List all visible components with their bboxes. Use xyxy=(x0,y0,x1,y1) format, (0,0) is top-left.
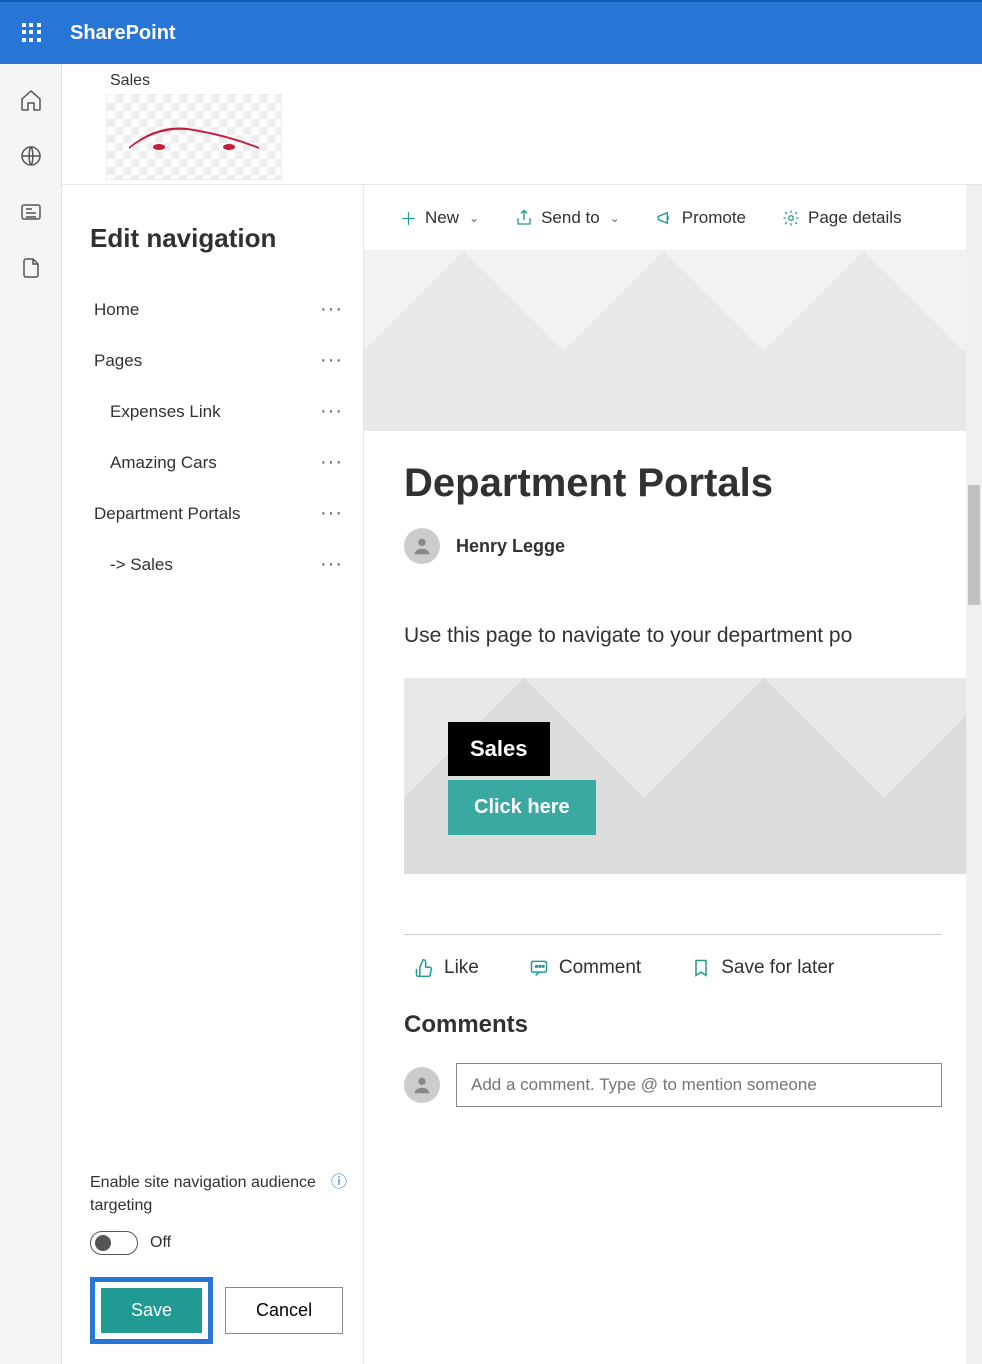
share-icon xyxy=(515,209,533,227)
send-to-button[interactable]: Send to ⌄ xyxy=(515,208,620,228)
promote-button[interactable]: Promote xyxy=(656,208,746,228)
more-icon[interactable]: ··· xyxy=(320,400,343,423)
nav-item-label: Pages xyxy=(94,351,142,371)
audience-targeting-label: Enable site navigation audience targetin… xyxy=(90,1172,347,1217)
nav-item-pages[interactable]: Pages ··· xyxy=(90,335,347,386)
more-icon[interactable]: ··· xyxy=(320,298,343,321)
save-highlight: Save xyxy=(90,1277,213,1344)
social-bar: Like Comment Save for later xyxy=(364,935,982,1001)
megaphone-icon xyxy=(656,209,674,227)
nav-item-amazing-cars[interactable]: Amazing Cars ··· xyxy=(90,437,347,488)
file-icon[interactable] xyxy=(19,256,43,280)
nav-item-label: -> Sales xyxy=(110,555,173,575)
cancel-button[interactable]: Cancel xyxy=(225,1287,343,1334)
chevron-down-icon: ⌄ xyxy=(469,211,479,225)
author-avatar[interactable] xyxy=(404,528,440,564)
nav-panel-title: Edit navigation xyxy=(90,223,347,254)
chevron-down-icon: ⌄ xyxy=(610,211,620,225)
site-logo[interactable] xyxy=(106,94,282,180)
save-button[interactable]: Save xyxy=(101,1288,202,1333)
bookmark-icon xyxy=(691,958,711,978)
home-icon[interactable] xyxy=(19,88,43,112)
nav-item-department-portals[interactable]: Department Portals ··· xyxy=(90,488,347,539)
command-bar: ＋ New ⌄ Send to ⌄ Promote xyxy=(364,185,982,251)
suite-bar: SharePoint xyxy=(0,0,982,64)
comment-button[interactable]: Comment xyxy=(529,957,641,979)
new-button[interactable]: ＋ New ⌄ xyxy=(400,205,479,230)
nav-item-expenses[interactable]: Expenses Link ··· xyxy=(90,386,347,437)
page-details-button[interactable]: Page details xyxy=(782,208,902,228)
nav-item-label: Expenses Link xyxy=(110,402,221,422)
page-description: Use this page to navigate to your depart… xyxy=(364,584,982,678)
author-name[interactable]: Henry Legge xyxy=(456,536,565,557)
app-launcher-icon[interactable] xyxy=(12,13,52,53)
save-for-later-button[interactable]: Save for later xyxy=(691,957,834,979)
commenter-avatar xyxy=(404,1067,440,1103)
nav-item-label: Home xyxy=(94,300,139,320)
cta-hero: Sales Click here xyxy=(404,678,982,874)
news-icon[interactable] xyxy=(19,200,43,224)
scrollbar[interactable] xyxy=(966,185,982,1364)
audience-targeting-toggle[interactable] xyxy=(90,1231,138,1255)
site-label: Sales xyxy=(106,72,982,90)
more-icon[interactable]: ··· xyxy=(320,553,343,576)
site-header: Sales xyxy=(62,64,982,185)
nav-list: Home ··· Pages ··· Expenses Link ··· Ama… xyxy=(90,284,347,1160)
nav-item-sales[interactable]: -> Sales ··· xyxy=(90,539,347,590)
nav-item-label: Amazing Cars xyxy=(110,453,217,473)
edit-navigation-panel: Edit navigation Home ··· Pages ··· Expen… xyxy=(62,185,364,1364)
page-title: Department Portals xyxy=(404,461,942,506)
click-here-button[interactable]: Click here xyxy=(448,780,596,835)
more-icon[interactable]: ··· xyxy=(320,349,343,372)
scrollbar-thumb[interactable] xyxy=(968,485,980,605)
thumbs-up-icon xyxy=(414,958,434,978)
left-rail xyxy=(0,64,62,1364)
plus-icon: ＋ xyxy=(400,205,417,230)
main-page: ＋ New ⌄ Send to ⌄ Promote xyxy=(364,185,982,1364)
comments-title: Comments xyxy=(364,1001,982,1063)
gear-icon xyxy=(782,209,800,227)
like-button[interactable]: Like xyxy=(414,957,479,979)
app-name[interactable]: SharePoint xyxy=(70,22,176,45)
comment-icon xyxy=(529,958,549,978)
cta-tag: Sales xyxy=(448,722,550,776)
nav-item-home[interactable]: Home ··· xyxy=(90,284,347,335)
globe-icon[interactable] xyxy=(19,144,43,168)
comment-input[interactable] xyxy=(456,1063,942,1107)
more-icon[interactable]: ··· xyxy=(320,451,343,474)
toggle-state-label: Off xyxy=(150,1234,171,1252)
hero-image xyxy=(364,251,982,431)
info-icon[interactable]: ⓘ xyxy=(331,1172,347,1194)
more-icon[interactable]: ··· xyxy=(320,502,343,525)
nav-item-label: Department Portals xyxy=(94,504,240,524)
